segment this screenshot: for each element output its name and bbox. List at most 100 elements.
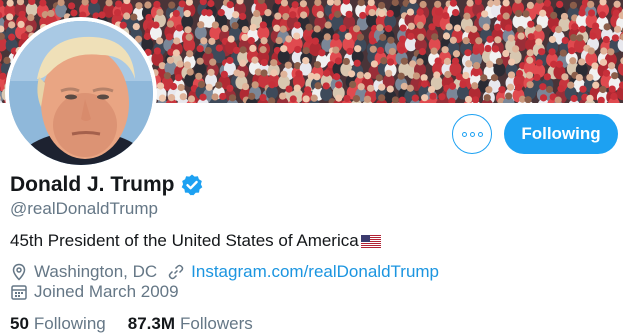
crowd-head [443,32,450,39]
following-count-link[interactable]: 50 Following [10,314,106,334]
more-options-dot [470,132,475,137]
crowd-head [463,37,470,44]
crowd-head [416,58,423,65]
crowd-head [133,23,140,30]
crowd-head [603,70,610,77]
crowd-head [268,81,275,88]
crowd-head [380,57,387,64]
crowd-head [522,10,529,17]
more-options-button[interactable] [452,114,492,154]
crowd-head [588,9,595,16]
crowd-head [494,24,501,31]
crowd-head [586,95,593,102]
crowd-head [408,23,415,30]
crowd-head [464,49,471,56]
crowd-head [359,12,366,19]
crowd-head [364,72,371,79]
crowd-head [70,9,77,16]
crowd-head [434,1,441,8]
crowd-head [170,83,177,90]
crowd-head [549,36,556,43]
crowd-head [289,11,296,18]
crowd-head [313,73,320,80]
crowd-head [599,86,606,93]
crowd-head [130,13,137,20]
following-count: 50 [10,314,29,334]
crowd-head [357,34,364,41]
crowd-head [303,95,310,102]
crowd-head [576,74,583,81]
crowd-head [473,62,480,69]
crowd-head [200,37,207,44]
crowd-head [486,61,493,68]
crowd-head [592,82,599,89]
crowd-head [215,82,222,89]
crowd-head [588,47,595,54]
crowd-head [379,34,386,41]
crowd-head [600,59,607,66]
crowd-head [431,48,438,55]
crowd-head [335,94,342,101]
crowd-head [274,13,281,20]
crowd-head [260,21,267,28]
crowd-head [178,84,185,91]
crowd-head [459,81,466,88]
crowd-head [285,62,292,69]
followers-count-link[interactable]: 87.3M Followers [128,314,253,334]
profile-stats: 50 Following 87.3M Followers [10,314,275,334]
crowd-head [526,57,533,64]
crowd-head [211,93,218,100]
crowd-head [417,34,424,41]
crowd-head [444,71,451,78]
crowd-head [323,82,330,89]
crowd-head [229,94,236,101]
crowd-head [592,22,599,29]
crowd-head [385,70,392,77]
crowd-head [353,95,360,102]
crowd-head [260,69,267,76]
crowd-head [557,85,564,92]
crowd-head [546,86,553,93]
crowd-head [535,25,542,32]
crowd-head [484,45,491,52]
crowd-head [206,84,213,91]
crowd-head [292,1,299,8]
crowd-head [608,62,615,69]
crowd-head [343,58,350,65]
crowd-head [452,57,459,64]
crowd-head [508,71,515,78]
crowd-head [198,81,205,88]
crowd-head [173,49,180,56]
crowd-head [367,85,374,92]
crowd-head [614,26,621,33]
crowd-head [332,33,339,40]
crowd-head [300,11,307,18]
crowd-head [378,10,385,17]
crowd-head [285,85,292,92]
crowd-head [528,33,535,40]
crowd-head [556,1,563,8]
crowd-head [353,25,360,32]
crowd-head [512,45,519,52]
crowd-head [156,9,163,16]
crowd-head [376,74,383,81]
crowd-head [485,86,492,93]
crowd-head [465,96,472,103]
following-button[interactable]: Following [504,114,618,154]
crowd-head [438,93,445,100]
crowd-head [184,61,191,68]
crowd-head [168,2,175,9]
crowd-head [505,92,512,99]
crowd-head [259,94,266,101]
crowd-head [228,35,235,42]
crowd-head [535,38,542,45]
crowd-head [305,24,312,31]
profile-website-link[interactable]: Instagram.com/realDonaldTrump [191,262,439,282]
crowd-head [335,57,342,64]
followers-count: 87.3M [128,314,175,334]
crowd-head [579,26,586,33]
crowd-head [503,12,510,19]
crowd-head [227,1,234,8]
profile-avatar[interactable] [5,17,157,169]
crowd-head [376,24,383,31]
